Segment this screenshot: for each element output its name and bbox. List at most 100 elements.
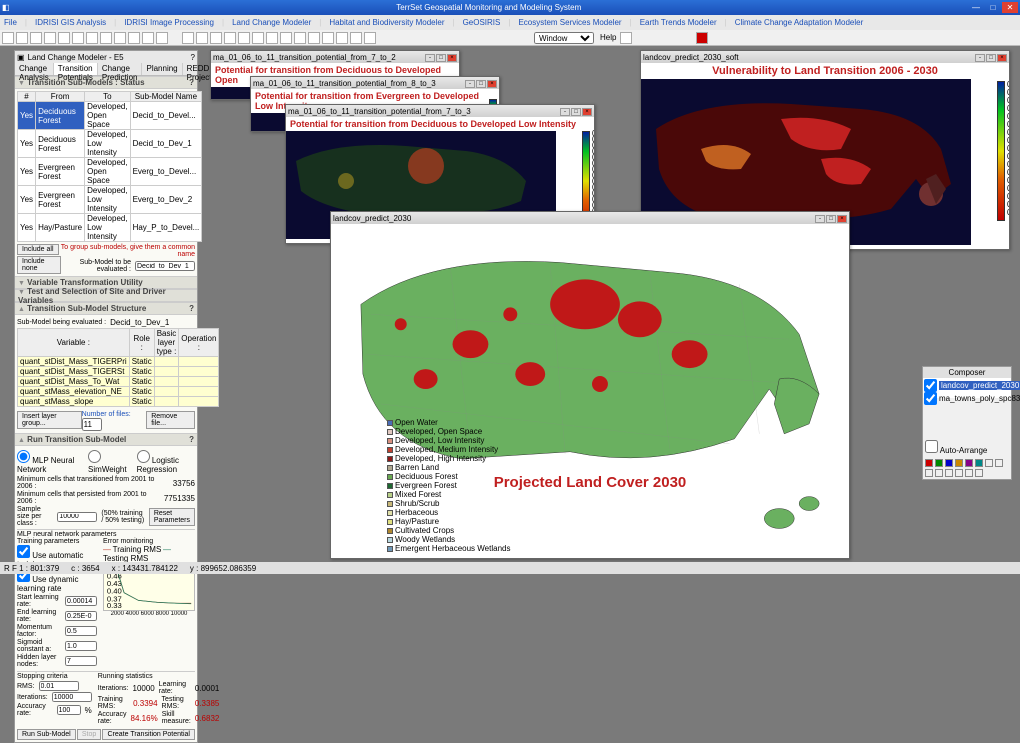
win-close-icon[interactable]: × — [997, 54, 1007, 62]
accuracy-input[interactable] — [57, 705, 81, 715]
win-max-icon[interactable]: □ — [826, 215, 836, 223]
win-close-icon[interactable]: × — [837, 215, 847, 223]
numfiles-input[interactable] — [82, 418, 102, 431]
menu-help[interactable]: Help — [600, 33, 616, 42]
reset-params-button[interactable]: Reset Parameters — [149, 508, 195, 526]
tool-icon[interactable] — [210, 32, 222, 44]
tool-icon[interactable] — [30, 32, 42, 44]
tab-change-prediction[interactable]: Change Prediction — [98, 63, 143, 75]
tool-icon[interactable] — [156, 32, 168, 44]
run-submodel-button[interactable]: Run Sub-Model — [17, 729, 76, 740]
list-item[interactable]: landcov_predict_2030 — [924, 379, 1010, 392]
radio-mlp[interactable]: MLP Neural Network — [17, 450, 78, 474]
tool-icon[interactable] — [350, 32, 362, 44]
win-close-icon[interactable]: × — [582, 108, 592, 116]
radio-simweight[interactable]: SimWeight — [88, 450, 127, 474]
win-min-icon[interactable]: - — [975, 54, 985, 62]
menu-ecosystem[interactable]: Ecosystem Services Modeler — [518, 18, 621, 27]
table-row[interactable]: YesEvergreen ForestDeveloped, Open Space… — [18, 158, 202, 186]
menu-habitat[interactable]: Habitat and Biodiversity Modeler — [329, 18, 444, 27]
tool-icon[interactable] — [100, 32, 112, 44]
map-window-5[interactable]: landcov_predict_2030-□× Projected Land — [330, 211, 850, 559]
menu-file[interactable]: File — [4, 18, 17, 27]
tool-icon[interactable] — [965, 469, 973, 477]
tool-icon[interactable] — [196, 32, 208, 44]
table-row[interactable]: quant_stDist_Mass_TIGERPriStatic — [18, 357, 219, 367]
color-icon[interactable] — [925, 459, 933, 467]
auto-arrange-check[interactable]: Auto-Arrange — [925, 446, 987, 455]
win-min-icon[interactable]: - — [465, 80, 475, 88]
tool-icon[interactable] — [266, 32, 278, 44]
window-select[interactable]: Window — [534, 32, 594, 44]
win-close-icon[interactable]: × — [447, 54, 457, 62]
tool-icon[interactable] — [955, 469, 963, 477]
create-potential-button[interactable]: Create Transition Potential — [102, 729, 195, 740]
tool-icon[interactable] — [182, 32, 194, 44]
color-icon[interactable] — [965, 459, 973, 467]
table-row[interactable]: YesDeciduous ForestDeveloped, Open Space… — [18, 102, 202, 130]
hidden-nodes-input[interactable] — [65, 656, 97, 666]
win-min-icon[interactable]: - — [815, 215, 825, 223]
include-all-button[interactable]: Include all — [17, 244, 59, 255]
stop-button[interactable]: Stop — [77, 729, 101, 740]
minimize-button[interactable]: — — [968, 2, 984, 13]
tool-icon[interactable] — [86, 32, 98, 44]
win-max-icon[interactable]: □ — [571, 108, 581, 116]
tool-icon[interactable] — [72, 32, 84, 44]
win-max-icon[interactable]: □ — [986, 54, 996, 62]
remove-file-button[interactable]: Remove file... — [146, 411, 195, 429]
section-submodels-header[interactable]: ▼ Transition Sub-Models : Status ? — [15, 76, 197, 89]
start-lr-input[interactable] — [65, 596, 97, 606]
tool-icon[interactable] — [925, 469, 933, 477]
section-run-header[interactable]: ▲ Run Transition Sub-Model ? — [15, 433, 197, 446]
rms-input[interactable] — [39, 681, 79, 691]
tool-icon[interactable] — [336, 32, 348, 44]
tool-icon[interactable] — [238, 32, 250, 44]
menu-earthtrends[interactable]: Earth Trends Modeler — [640, 18, 717, 27]
color-icon[interactable] — [935, 459, 943, 467]
tool-icon[interactable] — [322, 32, 334, 44]
color-icon[interactable] — [955, 459, 963, 467]
tab-transition-potentials[interactable]: Transition Potentials — [54, 63, 98, 75]
radio-logistic[interactable]: Logistic Regression — [137, 450, 195, 474]
end-lr-input[interactable] — [65, 611, 97, 621]
win-min-icon[interactable]: - — [425, 54, 435, 62]
close-button[interactable]: ✕ — [1002, 2, 1018, 13]
tab-change-analysis[interactable]: Change Analysis — [15, 63, 54, 75]
include-none-button[interactable]: Include none — [17, 256, 61, 274]
tool-icon[interactable] — [308, 32, 320, 44]
tool-icon[interactable] — [16, 32, 28, 44]
tool-icon[interactable] — [985, 459, 993, 467]
table-row[interactable]: quant_stDist_Mass_To_WatStatic — [18, 377, 219, 387]
table-row[interactable]: YesHay/PastureDeveloped, Low IntensityHa… — [18, 214, 202, 242]
menu-gis[interactable]: IDRISI GIS Analysis — [35, 18, 106, 27]
tool-icon[interactable] — [975, 469, 983, 477]
insert-layer-button[interactable]: Insert layer group... — [17, 411, 82, 429]
momentum-input[interactable] — [65, 626, 97, 636]
tool-icon[interactable] — [995, 459, 1003, 467]
help-icon[interactable] — [620, 32, 632, 44]
dynamic-lr-check[interactable]: Use dynamic learning rate — [17, 575, 78, 593]
win-close-icon[interactable]: × — [487, 80, 497, 88]
color-icon[interactable] — [975, 459, 983, 467]
tab-planning[interactable]: Planning — [142, 63, 182, 75]
table-row[interactable]: quant_stMass_slopeStatic — [18, 397, 219, 407]
menu-geosiris[interactable]: GeOSIRIS — [463, 18, 501, 27]
tool-icon[interactable] — [294, 32, 306, 44]
tool-icon[interactable] — [945, 469, 953, 477]
table-row[interactable]: quant_stMass_elevation_NEStatic — [18, 387, 219, 397]
table-row[interactable]: YesEvergreen ForestDeveloped, Low Intens… — [18, 186, 202, 214]
sample-size-input[interactable] — [57, 512, 97, 522]
help-icon[interactable]: ? — [189, 435, 194, 444]
menu-lcm[interactable]: Land Change Modeler — [232, 18, 311, 27]
tool-icon[interactable] — [935, 469, 943, 477]
tool-icon[interactable] — [252, 32, 264, 44]
tool-icon[interactable] — [280, 32, 292, 44]
table-row[interactable]: YesDeciduous ForestDeveloped, Low Intens… — [18, 130, 202, 158]
win-min-icon[interactable]: - — [560, 108, 570, 116]
menu-climate[interactable]: Climate Change Adaptation Modeler — [735, 18, 864, 27]
tool-icon[interactable] — [224, 32, 236, 44]
maximize-button[interactable]: □ — [985, 2, 1001, 13]
section-tsd-header[interactable]: ▼ Test and Selection of Site and Driver … — [15, 289, 197, 302]
tool-icon[interactable] — [364, 32, 376, 44]
